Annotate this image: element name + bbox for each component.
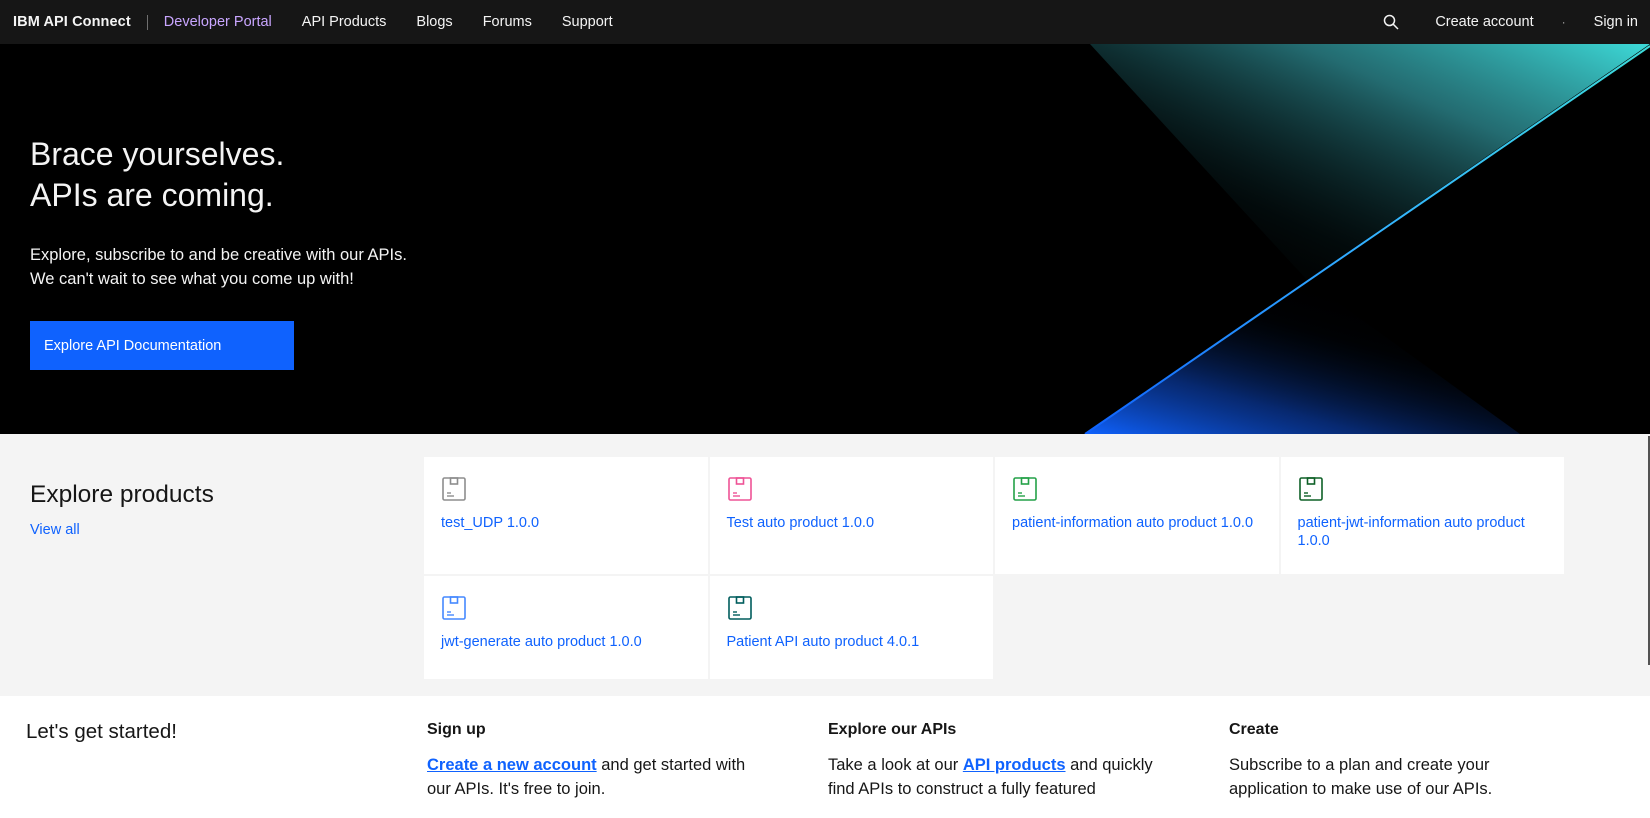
product-card-title[interactable]: Patient API auto product 4.0.1	[727, 633, 977, 651]
product-card-title[interactable]: jwt-generate auto product 1.0.0	[441, 633, 691, 651]
view-all-link[interactable]: View all	[30, 522, 80, 538]
product-card-grid: test_UDP 1.0.0 Test auto product 1.0.0 pat…	[424, 457, 1564, 679]
product-card[interactable]: jwt-generate auto product 1.0.0	[424, 576, 708, 679]
sign-up-title: Sign up	[427, 721, 486, 738]
top-nav: IBM API Connect Developer Portal API Pro…	[0, 0, 1650, 44]
sign-up-text: Create a new account and get started wit…	[427, 753, 767, 801]
get-started-heading: Let's get started!	[26, 720, 177, 743]
search-icon	[1384, 14, 1399, 30]
nav-support[interactable]: Support	[562, 14, 613, 30]
hero-art-lower-wedge	[1085, 280, 1520, 434]
explore-api-docs-button[interactable]: Explore API Documentation	[30, 321, 294, 370]
create-account-link[interactable]: Create account	[1435, 14, 1533, 30]
sign-up-column: Sign up Create a new account and get sta…	[427, 721, 767, 801]
nav-separator: ·	[1561, 15, 1566, 29]
product-card[interactable]: test_UDP 1.0.0	[424, 457, 708, 574]
hero-art-upper-wedge	[1090, 44, 1650, 280]
create-text: Subscribe to a plan and create your appl…	[1229, 756, 1493, 798]
explore-products-section: Explore products View all test_UDP 1.0.0…	[0, 434, 1650, 696]
hero-subtitle-line-2: We can't wait to see what you come up wi…	[30, 270, 354, 288]
nav-developer-portal[interactable]: Developer Portal	[164, 14, 272, 30]
hero-title-line-1: Brace yourselves.	[30, 136, 285, 172]
product-card[interactable]: patient-jwt-information auto product 1.0…	[1280, 457, 1564, 574]
product-card-title[interactable]: patient-information auto product 1.0.0	[1012, 514, 1262, 532]
hero-title: Brace yourselves. APIs are coming.	[30, 134, 284, 216]
product-card-title[interactable]: Test auto product 1.0.0	[727, 514, 977, 532]
product-box-icon	[1013, 477, 1037, 501]
get-started-section: Let's get started! Sign up Create a new …	[0, 696, 1650, 818]
nav-api-products[interactable]: API Products	[302, 14, 387, 30]
product-box-icon	[1298, 477, 1323, 501]
products-heading: Explore products	[30, 481, 214, 508]
explore-apis-column: Explore our APIs Take a look at our API …	[828, 721, 1168, 801]
product-card-title[interactable]: test_UDP 1.0.0	[441, 514, 691, 532]
explore-apis-text: Take a look at our API products and quic…	[828, 753, 1168, 801]
product-card[interactable]: Test auto product 1.0.0	[709, 457, 993, 574]
create-new-account-link[interactable]: Create a new account	[427, 756, 597, 774]
product-card[interactable]: Patient API auto product 4.0.1	[709, 576, 993, 679]
product-card-title[interactable]: patient-jwt-information auto product 1.0…	[1298, 514, 1548, 550]
product-box-icon	[442, 596, 466, 620]
hero-subtitle: Explore, subscribe to and be creative wi…	[30, 243, 407, 291]
sign-in-link[interactable]: Sign in	[1594, 14, 1638, 30]
brand-logo[interactable]: IBM API Connect	[13, 14, 131, 30]
hero-gradient-art	[1084, 44, 1650, 434]
product-box-icon	[727, 596, 752, 620]
create-title: Create	[1229, 721, 1279, 738]
explore-apis-title: Explore our APIs	[828, 721, 957, 738]
product-card[interactable]: patient-information auto product 1.0.0	[995, 457, 1279, 574]
product-box-icon	[442, 477, 466, 501]
hero-title-line-2: APIs are coming.	[30, 177, 274, 213]
nav-blogs[interactable]: Blogs	[416, 14, 452, 30]
nav-actions: Create account · Sign in	[1381, 0, 1638, 44]
brand-divider	[146, 14, 148, 30]
search-button[interactable]	[1381, 12, 1401, 32]
api-products-link[interactable]: API products	[963, 756, 1066, 774]
create-column: Create Subscribe to a plan and create yo…	[1229, 721, 1569, 801]
product-box-icon	[727, 477, 752, 501]
hero-banner: Brace yourselves. APIs are coming. Explo…	[0, 44, 1650, 434]
explore-apis-description-start: Take a look at our	[828, 756, 963, 774]
hero-subtitle-line-1: Explore, subscribe to and be creative wi…	[30, 246, 407, 264]
nav-forums[interactable]: Forums	[483, 14, 532, 30]
